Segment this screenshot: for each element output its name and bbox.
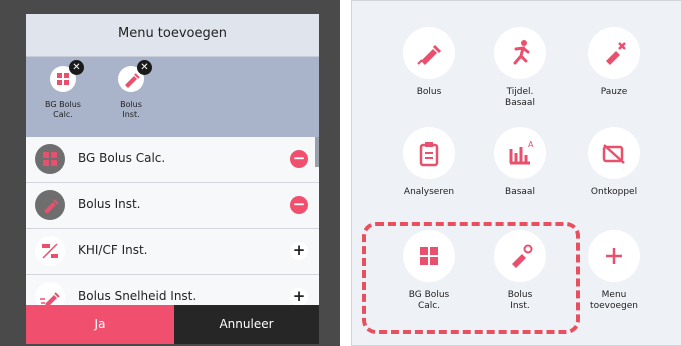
list-item-label: BG Bolus Calc.: [78, 151, 166, 165]
remove-shortcut-icon[interactable]: ✕: [137, 60, 152, 75]
calculator-icon: ✕: [50, 60, 84, 92]
tile-label: Analyseren: [403, 187, 455, 197]
tile-label: Bolus: [416, 87, 442, 97]
syringe-pause-icon: [588, 27, 640, 79]
tile-bolus[interactable]: Bolus: [389, 27, 469, 98]
tile-add-menu[interactable]: Menu toevoegen: [574, 230, 654, 312]
dialog-title: Menu toevoegen: [117, 26, 227, 41]
remove-shortcut-icon[interactable]: ✕: [69, 60, 84, 75]
running-person-icon: [494, 27, 546, 79]
tile-label: Basaal: [505, 187, 535, 197]
list-item-label: KHI/CF Inst.: [78, 243, 148, 257]
shortcut-strip: ✕ BG Bolus Calc. ✕ Bolus Inst.: [26, 57, 319, 137]
tile-label: Ontkoppel: [590, 187, 638, 197]
tile-basal[interactable]: A Basaal: [480, 127, 560, 198]
list-item[interactable]: BG Bolus Calc. −: [26, 137, 319, 183]
cancel-button[interactable]: Annuleer: [174, 305, 319, 344]
list-item[interactable]: Bolus Inst. −: [26, 183, 319, 229]
shortcut-label: BG Bolus Calc.: [45, 100, 81, 119]
left-panel: Menu toevoegen ✕ BG Bolus Calc. ✕ Bolus …: [0, 0, 340, 346]
syringe-icon: [403, 27, 455, 79]
disconnect-icon: [588, 127, 640, 179]
tile-label: Menu toevoegen: [590, 290, 638, 311]
shortcut-bg-bolus-calc[interactable]: ✕ BG Bolus Calc.: [38, 60, 88, 120]
list-scrollbar[interactable]: [315, 137, 319, 167]
add-item-button[interactable]: +: [290, 288, 308, 306]
tile-label: Pauze: [600, 87, 628, 97]
tile-pause[interactable]: Pauze: [574, 27, 654, 98]
syringe-icon: ✕: [118, 60, 152, 92]
cir-cf-icon: [35, 236, 65, 266]
syringe-icon: [35, 190, 65, 220]
add-menu-dialog: Menu toevoegen ✕ BG Bolus Calc. ✕ Bolus …: [26, 14, 319, 344]
tile-temp-basal[interactable]: Tijdel. Basaal: [480, 27, 560, 109]
add-item-button[interactable]: +: [290, 242, 308, 260]
svg-text:A: A: [528, 140, 534, 149]
clipboard-icon: [403, 127, 455, 179]
tile-label: Tijdel. Basaal: [505, 87, 535, 108]
plus-icon: [588, 230, 640, 282]
highlight-dashed-frame: [362, 222, 580, 334]
tile-disconnect[interactable]: Ontkoppel: [574, 127, 654, 198]
shortcut-bolus-inst[interactable]: ✕ Bolus Inst.: [106, 60, 156, 120]
menu-item-list: BG Bolus Calc. − Bolus Inst. − KHI/CF In…: [26, 137, 319, 321]
list-item-label: Bolus Inst.: [78, 197, 141, 211]
remove-item-button[interactable]: −: [290, 196, 308, 214]
confirm-button[interactable]: Ja: [26, 305, 174, 344]
list-item-label: Bolus Snelheid Inst.: [78, 289, 197, 303]
dialog-header: Menu toevoegen: [26, 14, 319, 57]
list-item[interactable]: KHI/CF Inst. +: [26, 229, 319, 275]
tile-analyse[interactable]: Analyseren: [389, 127, 469, 198]
bar-chart-icon: A: [494, 127, 546, 179]
calculator-icon: [35, 144, 65, 174]
remove-item-button[interactable]: −: [290, 150, 308, 168]
shortcut-label: Bolus Inst.: [120, 100, 142, 119]
